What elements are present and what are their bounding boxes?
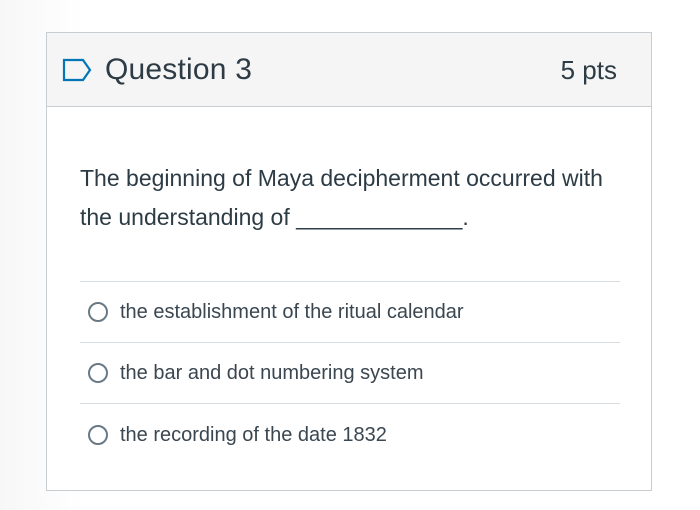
question-body: The beginning of Maya decipherment occur… xyxy=(47,107,651,465)
answer-option-3[interactable]: the recording of the date 1832 xyxy=(80,404,620,465)
question-points: 5 pts xyxy=(560,54,617,85)
question-card: Question 3 5 pts The beginning of Maya d… xyxy=(46,32,652,491)
answer-options: the establishment of the ritual calendar… xyxy=(80,281,620,465)
radio-button[interactable] xyxy=(88,302,108,322)
answer-label: the establishment of the ritual calendar xyxy=(120,301,464,323)
answer-option-1[interactable]: the establishment of the ritual calendar xyxy=(80,282,620,343)
question-title: Question 3 xyxy=(105,52,253,86)
answer-label: the recording of the date 1832 xyxy=(120,423,387,446)
answer-label: the bar and dot numbering system xyxy=(120,362,424,384)
question-text: The beginning of Maya decipherment occur… xyxy=(80,165,603,230)
flag-outline-icon[interactable] xyxy=(61,53,95,87)
radio-button[interactable] xyxy=(88,363,108,383)
quiz-page: Question 3 5 pts The beginning of Maya d… xyxy=(0,0,700,510)
question-header: Question 3 5 pts xyxy=(47,33,651,107)
radio-button[interactable] xyxy=(88,424,108,445)
answer-option-2[interactable]: the bar and dot numbering system xyxy=(80,343,620,404)
